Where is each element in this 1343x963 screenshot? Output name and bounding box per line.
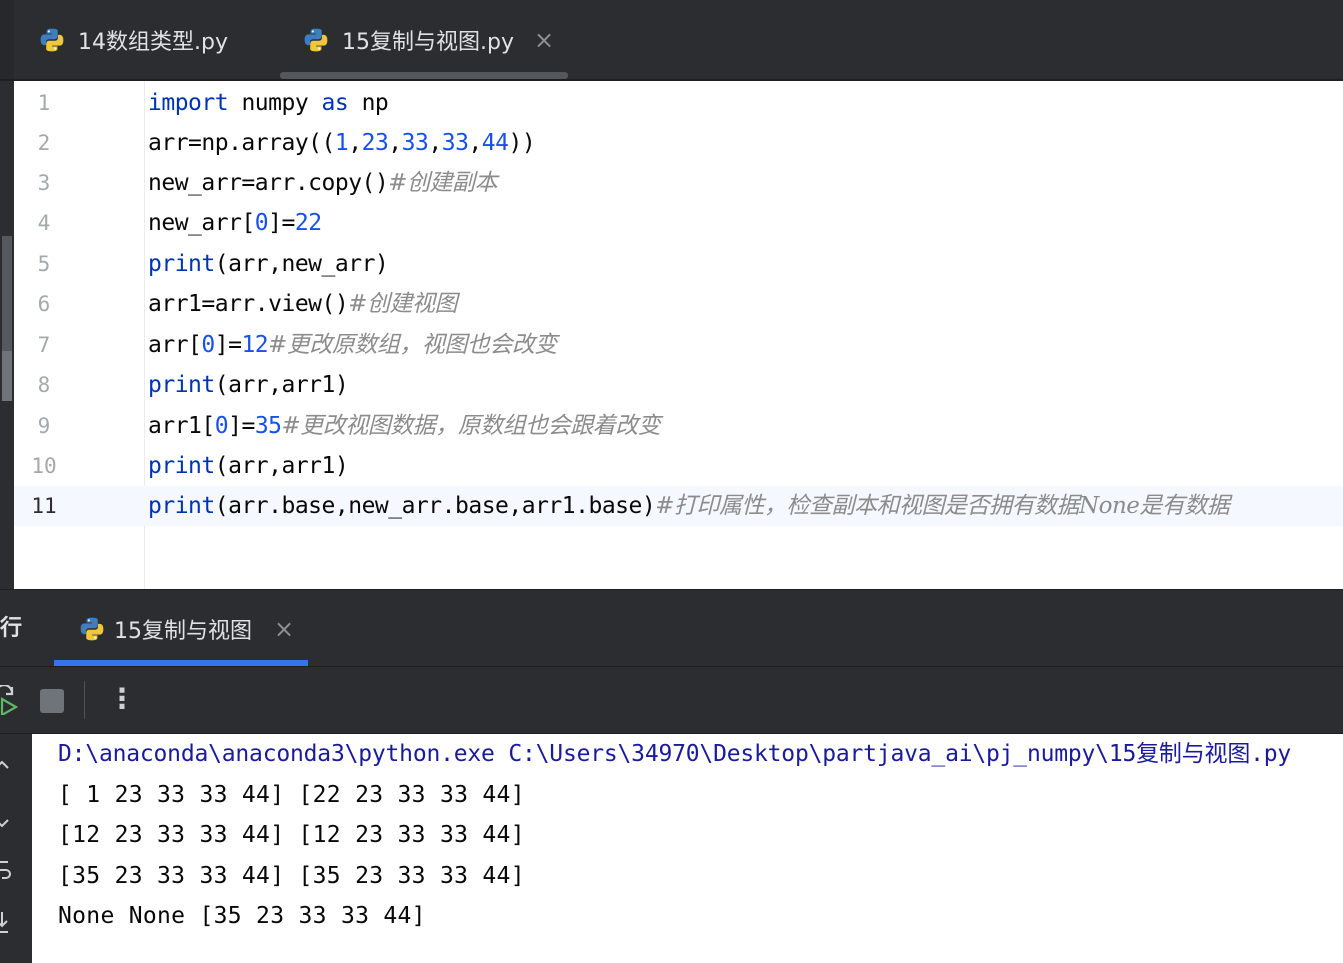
run-console[interactable]: D:\anaconda\anaconda3\python.exe C:\User… (32, 734, 1343, 963)
editor-left-scroll-strip (0, 81, 14, 589)
tab-15-copy-and-view[interactable]: 15复制与视图.py × (302, 0, 554, 80)
scroll-track (2, 236, 12, 356)
toolbar-separator (84, 681, 85, 719)
console-output-line: None None [35 23 33 33 44] (58, 903, 426, 929)
python-icon (40, 28, 64, 52)
console-output-line: [ 1 23 33 33 44] [22 23 33 33 44] (58, 782, 525, 808)
line-number: 2 (37, 131, 51, 155)
run-tab-label: 15复制与视图 (114, 619, 252, 644)
run-side-toolbar (0, 734, 32, 963)
line-number: 9 (37, 414, 51, 438)
close-icon[interactable]: × (274, 615, 294, 643)
code-text: print(arr,arr1) (148, 453, 349, 479)
soft-wrap-icon[interactable] (0, 858, 20, 884)
code-line-2[interactable]: 2 arr=np.array((1,23,33,33,44)) (14, 123, 1343, 163)
code-editor[interactable]: 1 import numpy as np 2 arr=np.array((1,2… (14, 81, 1343, 589)
code-line-3[interactable]: 3 new_arr=arr.copy()#创建副本 (14, 163, 1343, 203)
line-number: 7 (37, 333, 51, 357)
code-text: new_arr[0]=22 (148, 210, 322, 236)
console-output-line: [35 23 33 33 44] [35 23 33 33 44] (58, 863, 525, 889)
tab-bar-left-strip (0, 0, 14, 80)
code-line-11[interactable]: 11 print(arr.base,new_arr.base,arr1.base… (14, 486, 1343, 526)
code-text: arr[0]=12#更改原数组，视图也会改变 (148, 332, 557, 358)
console-output-line: [12 23 33 33 44] [12 23 33 33 44] (58, 822, 525, 848)
code-line-4[interactable]: 4 new_arr[0]=22 (14, 203, 1343, 243)
python-icon (304, 28, 328, 52)
code-line-6[interactable]: 6 arr1=arr.view()#创建视图 (14, 284, 1343, 324)
close-icon[interactable]: × (534, 26, 554, 54)
code-text: print(arr,new_arr) (148, 251, 389, 277)
code-text: print(arr,arr1) (148, 372, 349, 398)
more-vertical-icon[interactable]: ⋮ (108, 681, 136, 721)
scroll-thumb[interactable] (2, 351, 12, 401)
run-panel-title: 运行 (0, 616, 23, 641)
active-tab-indicator (280, 72, 568, 79)
code-text: arr1=arr.view()#创建视图 (148, 291, 457, 317)
rerun-icon[interactable] (0, 685, 20, 715)
code-text: new_arr=arr.copy()#创建副本 (148, 170, 498, 196)
code-line-5[interactable]: 5 print(arr,new_arr) (14, 244, 1343, 284)
code-line-9[interactable]: 9 arr1[0]=35#更改视图数据，原数组也会跟着改变 (14, 406, 1343, 446)
line-number: 1 (37, 91, 51, 115)
line-number: 11 (31, 494, 57, 518)
tab-label: 15复制与视图.py (342, 30, 514, 55)
arrow-up-icon[interactable] (0, 756, 20, 776)
scroll-to-end-icon[interactable] (0, 910, 20, 936)
stop-icon[interactable] (40, 689, 64, 713)
line-number: 4 (37, 211, 51, 235)
code-text: arr1[0]=35#更改视图数据，原数组也会跟着改变 (148, 413, 661, 439)
line-number: 6 (37, 292, 51, 316)
python-icon (80, 617, 104, 641)
code-text: import numpy as np (148, 90, 389, 116)
console-command-line: D:\anaconda\anaconda3\python.exe C:\User… (58, 741, 1292, 767)
line-number: 8 (37, 373, 51, 397)
editor-tab-bar: 14数组类型.py 15复制与视图.py × (0, 0, 1343, 81)
run-toolbar: ⋮ (0, 667, 1343, 734)
run-tab-15-copy-and-view[interactable]: 15复制与视图 × (78, 590, 294, 668)
run-panel-header: 运行 15复制与视图 × (0, 589, 1343, 668)
arrow-down-icon[interactable] (0, 814, 20, 834)
line-number: 3 (37, 171, 51, 195)
line-number: 10 (31, 454, 57, 478)
line-number: 5 (37, 252, 51, 276)
tab-14-array-types[interactable]: 14数组类型.py (38, 0, 228, 80)
code-text: arr=np.array((1,23,33,33,44)) (148, 130, 536, 156)
code-line-7[interactable]: 7 arr[0]=12#更改原数组，视图也会改变 (14, 325, 1343, 365)
code-line-10[interactable]: 10 print(arr,arr1) (14, 446, 1343, 486)
code-line-1[interactable]: 1 import numpy as np (14, 83, 1343, 123)
code-text: print(arr.base,new_arr.base,arr1.base)#打… (148, 493, 1230, 519)
code-line-8[interactable]: 8 print(arr,arr1) (14, 365, 1343, 405)
tab-label: 14数组类型.py (78, 30, 228, 55)
